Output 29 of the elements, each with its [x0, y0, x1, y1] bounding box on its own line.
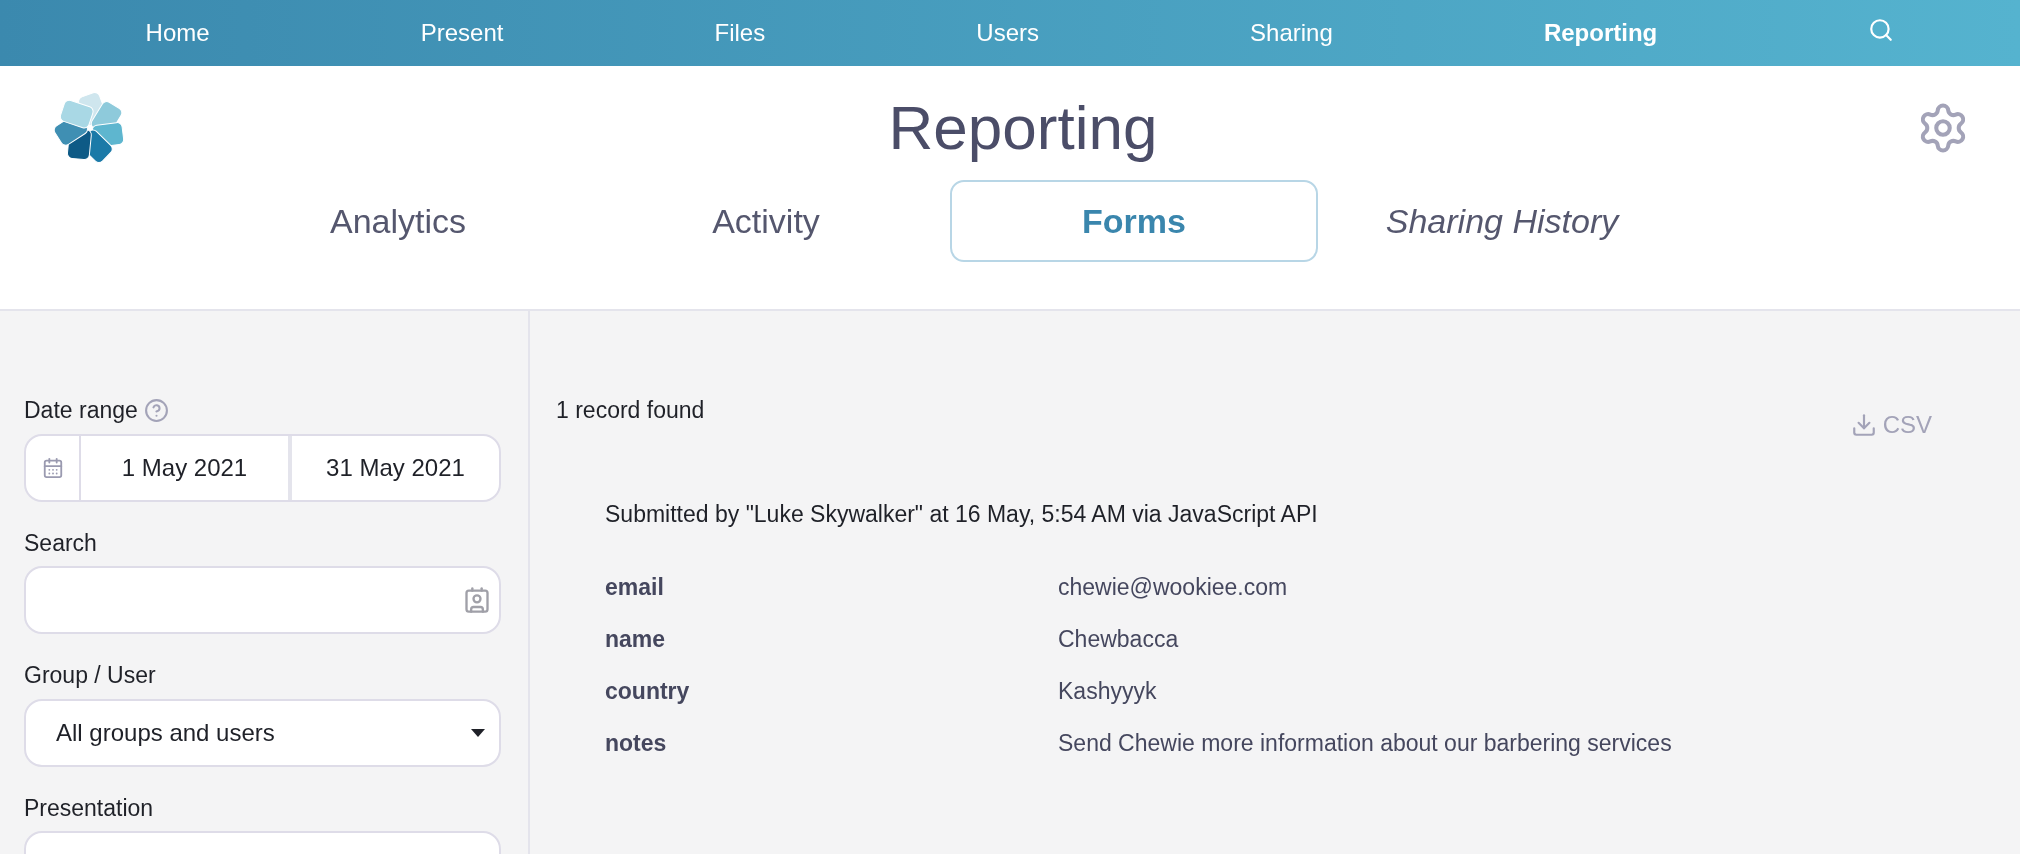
field-value: Kashyyyk — [1058, 677, 1157, 707]
field-name: notes — [605, 729, 668, 759]
nav-link[interactable]: Sharing — [1250, 15, 1333, 51]
field-label: Date range — [24, 396, 138, 425]
csv-export-button[interactable]: CSV — [1850, 407, 1932, 443]
tab[interactable]: Analytics — [214, 180, 582, 262]
field-label: Presentation — [24, 793, 155, 823]
tab[interactable]: Sharing History — [1318, 180, 1686, 262]
nav-link[interactable]: Home — [145, 15, 210, 51]
tab[interactable]: Activity — [582, 180, 950, 262]
nav-link[interactable]: Present — [420, 15, 504, 51]
field-name: name — [605, 625, 667, 655]
tab[interactable]: Forms — [950, 180, 1318, 262]
submission-summary: Submitted by "Luke Skywalker" at 16 May, 5:54 AM via JavaScript API — [605, 500, 1319, 529]
field-name: email — [605, 573, 665, 603]
field-label: Group / User — [24, 661, 157, 690]
field-name: country — [605, 677, 691, 707]
field-value: chewie@wookiee.com — [1058, 573, 1288, 603]
record-count: 1 record found — [556, 396, 705, 425]
date-range-field[interactable]: 1 May 2021 31 May 2021 — [24, 433, 501, 502]
field-value: Chewbacca — [1058, 625, 1179, 655]
end-date[interactable]: 31 May 2021 — [292, 435, 499, 500]
nav-link[interactable]: Files — [714, 15, 766, 51]
field-value: Send Chewie more information about our barbering services — [1058, 729, 1672, 759]
start-date[interactable]: 1 May 2021 — [81, 435, 292, 500]
field-label: Search — [24, 528, 98, 558]
nav-link[interactable]: Users — [976, 15, 1039, 51]
nav-link[interactable]: Reporting — [1543, 15, 1658, 51]
group-user-select[interactable]: All groups and users — [24, 698, 501, 767]
